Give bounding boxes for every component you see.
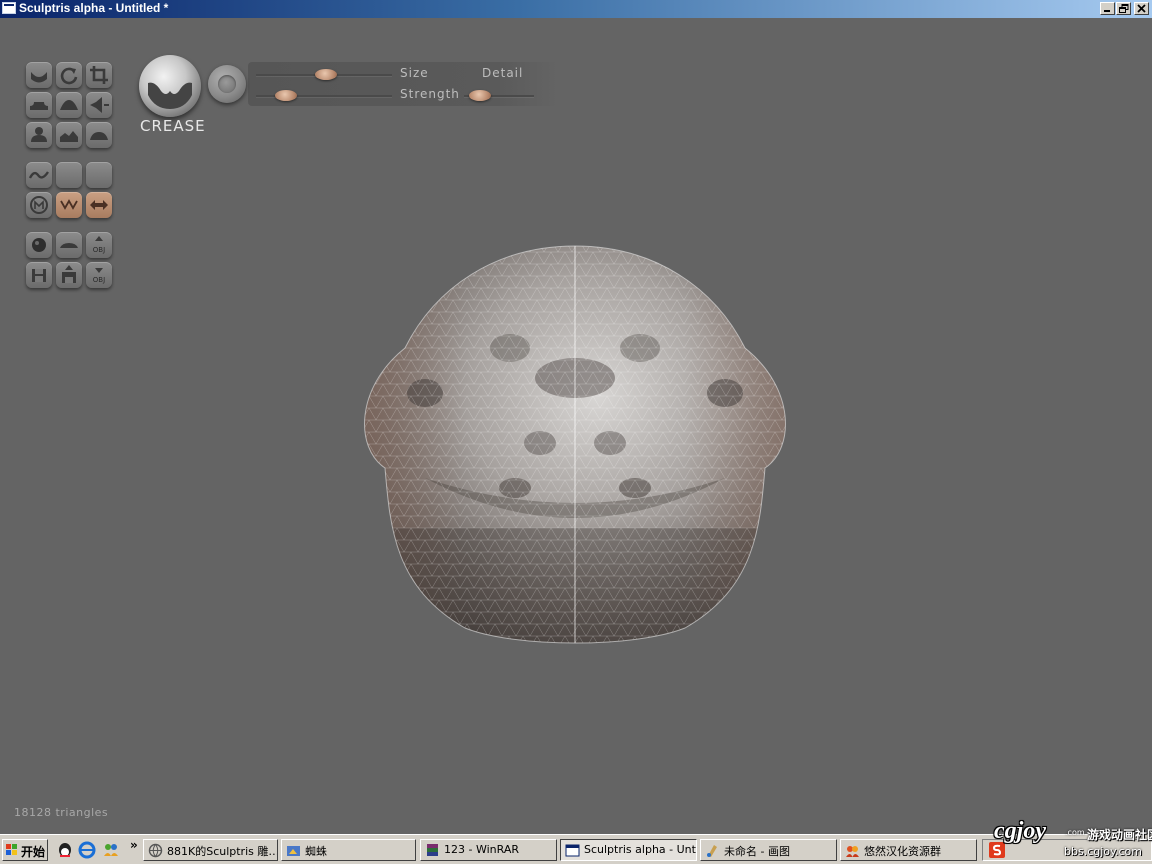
task-button-2[interactable]: 蜘蛛 [281,839,416,861]
smooth-tool[interactable] [56,92,82,118]
draw-tool[interactable] [26,62,52,88]
task-label: 881K的Sculptris 雕… [167,845,278,858]
mirror-icon [90,200,108,210]
watermark-url: bbs.cgjoy.com [1064,845,1142,858]
restore-button[interactable] [1116,2,1131,15]
obj-label: OBJ [93,276,105,284]
restore-icon [1119,4,1129,13]
pinch-tool[interactable] [86,92,112,118]
task-label: 悠然汉化资源群 [864,845,941,858]
empty-slot-2[interactable] [86,162,112,188]
start-button[interactable]: 开始 [2,839,48,861]
tool-panel: OBJ OBJ [22,58,118,298]
cgjoy-watermark: cgjoy .com 游戏动画社区 bbs.cgjoy.com [992,818,1152,862]
close-button[interactable] [1134,2,1149,15]
inflate-tool[interactable] [26,92,52,118]
export-obj-icon: OBJ [93,268,105,284]
plane-tool[interactable] [56,232,82,258]
window-icon [565,844,580,857]
obj-label: OBJ [93,246,105,254]
sculpt-mesh[interactable] [355,228,795,648]
rotate-icon [60,67,78,85]
symmetry-tool[interactable] [56,192,82,218]
pinch-icon [90,97,109,113]
task-button-3[interactable]: 123 - WinRAR [420,839,557,861]
brush-mode-ball[interactable] [139,55,201,117]
task-label: 未命名 - 画图 [724,845,790,858]
strength-slider-knob[interactable] [275,90,297,101]
task-label: Sculptris alpha - Unt… [584,843,697,856]
taskbar: 开始 » 881K的Sculptris 雕… 蜘蛛 123 - WinRAR S… [0,834,1152,864]
sphere-icon [32,238,46,252]
start-label: 开始 [21,845,46,859]
brush-mode-label: CREASE [140,117,206,135]
save-as-tool[interactable] [56,262,82,288]
watermark-caption: 游戏动画社区 [1087,828,1152,842]
curve-tool[interactable] [26,162,52,188]
brush-slider-panel: Size Detail Strength [248,62,558,106]
ie-icon[interactable] [78,841,96,859]
window-title: Sculptris alpha - Untitled * [19,1,169,15]
import-obj-tool[interactable]: OBJ [86,232,112,258]
rotate-tool[interactable] [56,62,82,88]
plane-icon [60,243,78,248]
watermark-logo: cgjoy [994,818,1046,844]
save-tool[interactable] [26,262,52,288]
material-icon [30,196,48,214]
task-button-4[interactable]: Sculptris alpha - Unt… [560,839,697,861]
triangle-count: 18128 triangles [14,806,109,819]
title-bar: Sculptris alpha - Untitled * [0,0,1152,18]
minimize-button[interactable] [1100,2,1115,15]
mirror-tool[interactable] [86,192,112,218]
windows-flag-icon [6,844,17,855]
app-window-icon[interactable] [2,2,16,14]
export-obj-tool[interactable]: OBJ [86,262,112,288]
watermark-tld: .com [1065,828,1085,837]
more-quicklaunch-button[interactable]: » [130,838,138,852]
crop-icon [90,66,108,84]
inflate-icon [30,102,48,110]
brush-preview-ball[interactable] [208,65,246,103]
detail-label: Detail [482,66,524,80]
paint-icon [707,845,717,857]
msn-icon[interactable] [102,841,120,859]
material-tool[interactable] [26,192,52,218]
import-obj-icon: OBJ [93,236,105,254]
layer-tool[interactable] [86,122,112,148]
qq-group-icon [846,846,859,857]
grab-icon [31,127,47,142]
task-button-5[interactable]: 未命名 - 画图 [700,839,837,861]
detail-slider-knob[interactable] [469,90,491,101]
size-label: Size [400,66,429,80]
draw-icon [31,72,47,83]
sculpt-viewport[interactable]: OBJ OBJ CREASE Size Detail Strength 1812… [0,18,1152,834]
strength-label: Strength [400,87,460,101]
task-button-1[interactable]: 881K的Sculptris 雕… [143,839,278,861]
task-label: 蜘蛛 [305,845,327,858]
crop-tool[interactable] [86,62,112,88]
flatten-tool[interactable] [56,122,82,148]
close-icon [1137,4,1146,13]
folder-image-icon [287,846,300,856]
symmetry-icon [60,199,78,210]
globe-icon [148,843,163,858]
minimize-icon [1104,10,1110,12]
winrar-icon [427,844,438,856]
crease-icon [148,82,192,109]
curve-icon [28,171,49,179]
sphere-tool[interactable] [26,232,52,258]
grab-tool[interactable] [26,122,52,148]
save-as-icon [62,265,76,283]
size-slider-knob[interactable] [315,69,337,80]
task-button-6[interactable]: 悠然汉化资源群 [840,839,977,861]
qq-icon[interactable] [56,841,74,859]
task-label: 123 - WinRAR [444,843,519,856]
layer-icon [90,132,108,140]
flatten-icon [60,131,78,142]
save-icon [32,269,46,282]
mesh-drawing [364,245,786,644]
empty-slot-1[interactable] [56,162,82,188]
smooth-icon [60,100,78,110]
